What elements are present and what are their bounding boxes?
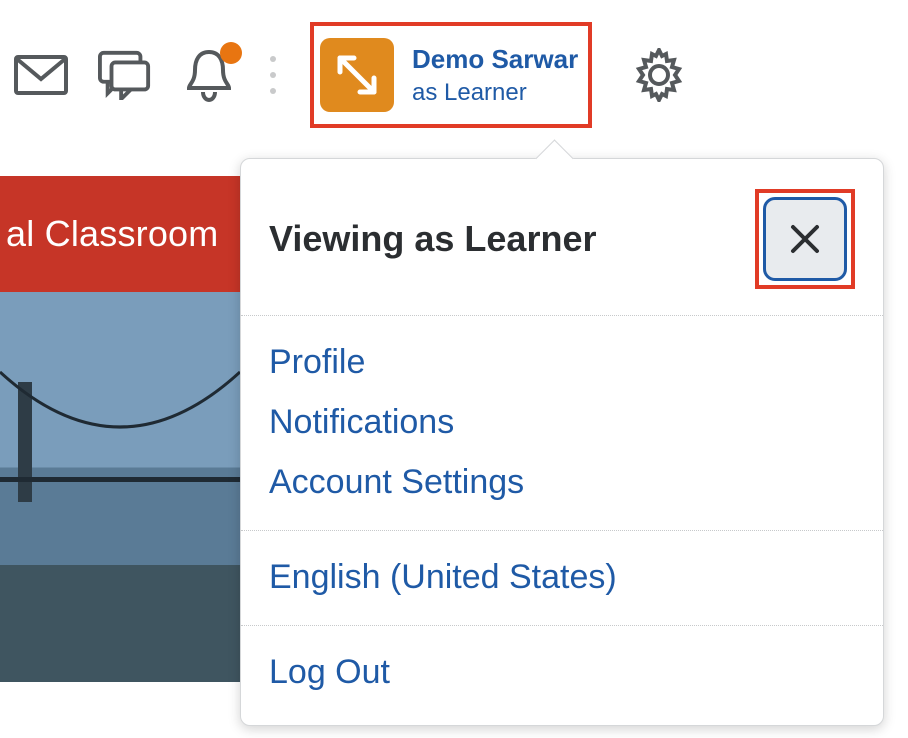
- panel-section-language: English (United States): [241, 531, 883, 626]
- menu-item-language[interactable]: English (United States): [269, 555, 855, 601]
- banner-title: al Classroom: [6, 213, 218, 255]
- notification-dot: [220, 42, 242, 64]
- role-switch-icon: [320, 38, 394, 112]
- user-profile-chip[interactable]: Demo Sarwar as Learner: [310, 22, 592, 128]
- chat-icon[interactable]: [98, 48, 152, 102]
- more-menu-icon[interactable]: [266, 48, 280, 102]
- user-menu-panel: Viewing as Learner Profile Notifications…: [240, 158, 884, 726]
- course-banner: al Classroom: [0, 176, 240, 292]
- panel-header: Viewing as Learner: [241, 159, 883, 316]
- menu-item-notifications[interactable]: Notifications: [269, 400, 855, 446]
- close-highlight: [755, 189, 855, 289]
- menu-item-profile[interactable]: Profile: [269, 340, 855, 386]
- user-name: Demo Sarwar: [412, 44, 578, 75]
- menu-item-logout[interactable]: Log Out: [269, 650, 855, 696]
- gear-icon[interactable]: [630, 46, 688, 104]
- mail-icon[interactable]: [14, 48, 68, 102]
- panel-title: Viewing as Learner: [269, 218, 596, 260]
- menu-item-account-settings[interactable]: Account Settings: [269, 460, 855, 506]
- user-role: as Learner: [412, 79, 578, 107]
- panel-section-account: Profile Notifications Account Settings: [241, 316, 883, 531]
- close-button[interactable]: [763, 197, 847, 281]
- panel-section-logout: Log Out: [241, 626, 883, 726]
- user-text: Demo Sarwar as Learner: [412, 44, 578, 107]
- close-icon: [787, 221, 823, 257]
- bell-icon[interactable]: [182, 48, 236, 102]
- top-navbar: Demo Sarwar as Learner: [0, 0, 908, 150]
- course-image: [0, 292, 240, 682]
